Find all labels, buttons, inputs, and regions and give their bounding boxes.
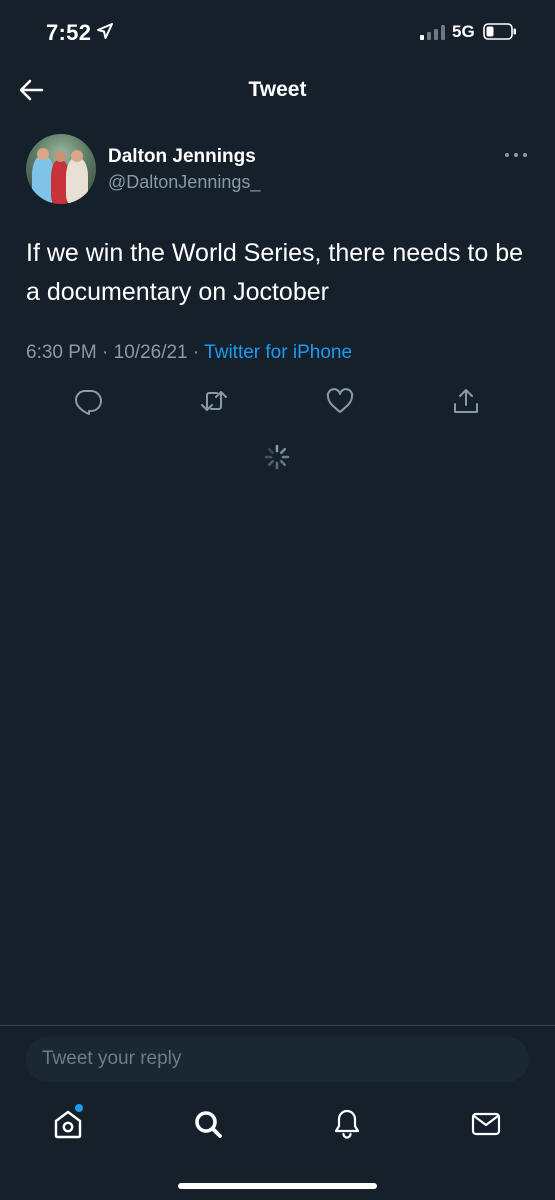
tab-search[interactable] bbox=[190, 1106, 226, 1142]
loading-spinner-icon bbox=[264, 444, 290, 470]
page-title: Tweet bbox=[248, 78, 307, 101]
author-handle[interactable]: @DaltonJennings_ bbox=[108, 172, 260, 193]
search-icon bbox=[195, 1111, 222, 1138]
tab-notifications[interactable] bbox=[329, 1106, 365, 1142]
tweet-date: 10/26/21 bbox=[113, 342, 188, 363]
tab-home[interactable] bbox=[50, 1104, 86, 1142]
reply-box[interactable] bbox=[26, 1037, 529, 1082]
reply-input[interactable] bbox=[42, 1048, 502, 1070]
status-bar: 7:52 5G bbox=[0, 0, 555, 64]
like-button[interactable] bbox=[324, 385, 356, 417]
tweet-actions bbox=[0, 385, 555, 421]
tab-bar bbox=[0, 1098, 555, 1158]
tweet-text: If we win the World Series, there needs … bbox=[26, 239, 524, 306]
network-type: 5G bbox=[452, 22, 475, 41]
notifications-icon bbox=[334, 1109, 360, 1139]
tweet-source-link[interactable]: Twitter for iPhone bbox=[204, 342, 352, 363]
tweet-meta: 6:30 PM · 10/26/21 · Twitter for iPhone bbox=[26, 342, 352, 364]
retweet-icon bbox=[201, 391, 227, 411]
location-arrow-icon bbox=[97, 23, 113, 39]
nav-bar: Tweet bbox=[0, 64, 555, 116]
tab-messages[interactable] bbox=[468, 1106, 504, 1142]
meta-separator: · bbox=[192, 342, 200, 363]
home-indicator[interactable] bbox=[178, 1183, 377, 1189]
reply-button[interactable] bbox=[72, 385, 104, 417]
reply-icon bbox=[75, 390, 102, 415]
retweet-button[interactable] bbox=[198, 385, 230, 417]
home-notification-dot bbox=[75, 1104, 83, 1112]
tweet-time: 6:30 PM bbox=[26, 342, 97, 363]
status-time: 7:52 bbox=[46, 20, 92, 45]
cellular-signal-icon bbox=[420, 24, 446, 40]
meta-separator: · bbox=[102, 342, 109, 363]
divider bbox=[0, 1025, 555, 1026]
like-icon bbox=[326, 388, 354, 413]
share-button[interactable] bbox=[450, 385, 482, 417]
more-options-button[interactable] bbox=[505, 146, 529, 162]
avatar[interactable] bbox=[26, 134, 96, 204]
share-icon bbox=[454, 389, 478, 413]
messages-icon bbox=[471, 1112, 501, 1136]
battery-icon bbox=[483, 23, 516, 40]
author-name[interactable]: Dalton Jennings bbox=[108, 146, 256, 168]
